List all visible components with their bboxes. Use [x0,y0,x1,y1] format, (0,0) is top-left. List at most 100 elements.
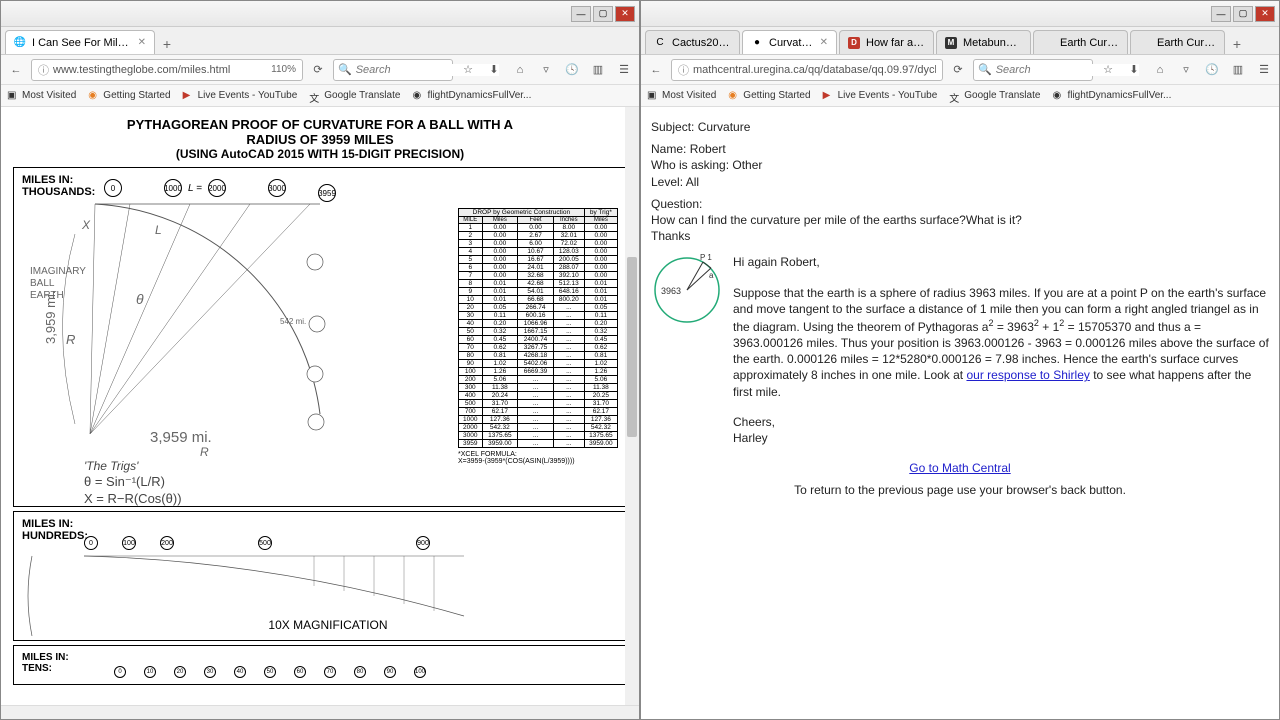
back-button[interactable]: ← [5,59,27,81]
excel-formula: *XCEL FORMULA: X=3959-(3959*(COS(ASIN(L/… [458,451,618,465]
library-icon[interactable]: ▥ [587,59,609,81]
trigs-title: 'The Trigs' [84,459,182,473]
search-bar[interactable]: 🔍 [973,59,1093,81]
globe-icon: 🌐 [14,37,26,49]
goto-link-wrap: Go to Math Central [651,460,1269,476]
info-icon: ⓘ [38,62,49,78]
tab[interactable]: ●Curvature...✕ [742,30,837,54]
close-button[interactable]: ✕ [1255,6,1275,22]
bookmarks-bar: ▣Most Visited ◉Getting Started ▶Live Eve… [1,85,639,107]
home-icon[interactable]: ⌂ [509,59,531,81]
close-tab-icon[interactable]: ✕ [820,37,828,48]
tab[interactable]: MMetabunk: E... [936,30,1031,54]
table-row: 70062.17......62.17 [459,408,618,416]
tab-label: Curvature... [769,37,814,49]
panel-thousands: MILES IN:THOUSANDS: 0 1000 L = 2000 3000… [13,167,627,507]
url-bar[interactable]: ⓘ [671,59,943,81]
link-math-central[interactable]: Go to Math Central [909,461,1010,475]
panel3-scale: 0102030405060708090100 [114,666,426,678]
tab[interactable]: CCactus2000: ... [645,30,740,54]
title-line3: (USING AutoCAD 2015 WITH 15-DIGIT PRECIS… [13,147,627,161]
scale-circ: 0 [114,666,126,678]
tab-miles[interactable]: 🌐 I Can See For Miles and Miles! ✕ [5,30,155,54]
bookmark-most-visited[interactable]: ▣Most Visited [647,90,716,102]
drop-title: DROP by Geometric Construction [459,209,585,217]
youtube-icon: ▶ [183,90,195,102]
bytrig: by Trig* [584,209,617,217]
bookmark-live-events[interactable]: ▶Live Events - YouTube [183,90,298,102]
menu-icon[interactable]: ☰ [613,59,635,81]
bookmark-most-visited[interactable]: ▣Most Visited [7,90,76,102]
close-button[interactable]: ✕ [615,6,635,22]
scrollbar-thumb[interactable] [627,257,637,437]
title-line2: RADIUS OF 3959 MILES [13,132,627,147]
star-icon[interactable]: ☆ [457,59,479,81]
answer-block: 3963 P 1 a Hi again Robert, Suppose that… [651,254,1269,446]
horizontal-scrollbar[interactable] [1,705,639,719]
tabstrip: 🌐 I Can See For Miles and Miles! ✕ + [1,27,639,55]
url-input[interactable] [693,64,936,76]
vertical-scrollbar[interactable] [625,107,639,705]
right-browser-window: — ▢ ✕ CCactus2000: ...●Curvature...✕DHow… [640,0,1280,720]
bookmark-live-events[interactable]: ▶Live Events - YouTube [823,90,938,102]
library-icon[interactable]: ▥ [1227,59,1249,81]
table-row: 500.321667.15...0.32 [459,328,618,336]
bookmark-google-translate[interactable]: 文Google Translate [309,90,400,102]
trig-eq1: θ = Sin⁻¹(L/R) [84,474,182,490]
table-row: 60.0024.01288.070.00 [459,264,618,272]
tab[interactable]: Earth Curve Calc... [1033,30,1128,54]
pocket-icon[interactable]: ▿ [1175,59,1197,81]
bookmark-google-translate[interactable]: 文Google Translate [949,90,1040,102]
table-row: 800.814268.18...0.81 [459,352,618,360]
bookmarks-bar: ▣Most Visited ◉Getting Started ▶Live Eve… [641,85,1279,107]
close-tab-icon[interactable]: ✕ [138,37,146,48]
pocket-icon[interactable]: ▿ [535,59,557,81]
table-row: 600.452400.74...0.45 [459,336,618,344]
table-row: 50031.70......31.70 [459,400,618,408]
history-icon[interactable]: 🕓 [561,59,583,81]
star-icon[interactable]: ☆ [1097,59,1119,81]
svg-text:R: R [200,445,209,459]
minimize-button[interactable]: — [1211,6,1231,22]
link-shirley[interactable]: our response to Shirley [966,368,1089,382]
tab[interactable]: DHow far awa... [839,30,934,54]
reload-button[interactable]: ⟳ [307,59,329,81]
tab[interactable]: Earth Curve ... [1130,30,1225,54]
menu-icon[interactable]: ☰ [1253,59,1275,81]
home-icon[interactable]: ⌂ [1149,59,1171,81]
scale-circ: 20 [174,666,186,678]
reload-button[interactable]: ⟳ [947,59,969,81]
back-button[interactable]: ← [645,59,667,81]
download-icon[interactable]: ⬇ [483,59,505,81]
table-row: 901.025402.06...1.02 [459,360,618,368]
table-row: 70.0032.68392.100.00 [459,272,618,280]
bookmark-getting-started[interactable]: ◉Getting Started [728,90,810,102]
favicon-icon: M [945,37,957,49]
minimize-button[interactable]: — [571,6,591,22]
history-icon[interactable]: 🕓 [1201,59,1223,81]
left-browser-window: — ▢ ✕ 🌐 I Can See For Miles and Miles! ✕… [0,0,640,720]
zoom-level: 110% [271,64,296,75]
tab-label: Earth Curve ... [1157,37,1216,49]
table-row: 1000127.36......127.36 [459,416,618,424]
maximize-button[interactable]: ▢ [593,6,613,22]
maximize-button[interactable]: ▢ [1233,6,1253,22]
svg-text:θ: θ [136,291,144,307]
search-bar[interactable]: 🔍 [333,59,453,81]
url-bar[interactable]: ⓘ 110% [31,59,303,81]
bookmark-getting-started[interactable]: ◉Getting Started [88,90,170,102]
new-tab-button[interactable]: + [1227,34,1247,54]
table-row: 200.05266.74...0.05 [459,304,618,312]
svg-text:BALL: BALL [30,278,55,289]
bookmark-flight[interactable]: ◉flightDynamicsFullVer... [1052,90,1171,102]
bookmark-flight[interactable]: ◉flightDynamicsFullVer... [412,90,531,102]
table-row: 40.0010.67128.030.00 [459,248,618,256]
new-tab-button[interactable]: + [157,34,177,54]
favicon-icon [1139,37,1151,49]
download-icon[interactable]: ⬇ [1123,59,1145,81]
favicon-icon [1042,37,1054,49]
svg-text:L: L [155,223,162,237]
firefox-icon: ◉ [728,90,740,102]
page-content: PYTHAGOREAN PROOF OF CURVATURE FOR A BAL… [1,107,639,705]
url-input[interactable] [53,64,267,76]
